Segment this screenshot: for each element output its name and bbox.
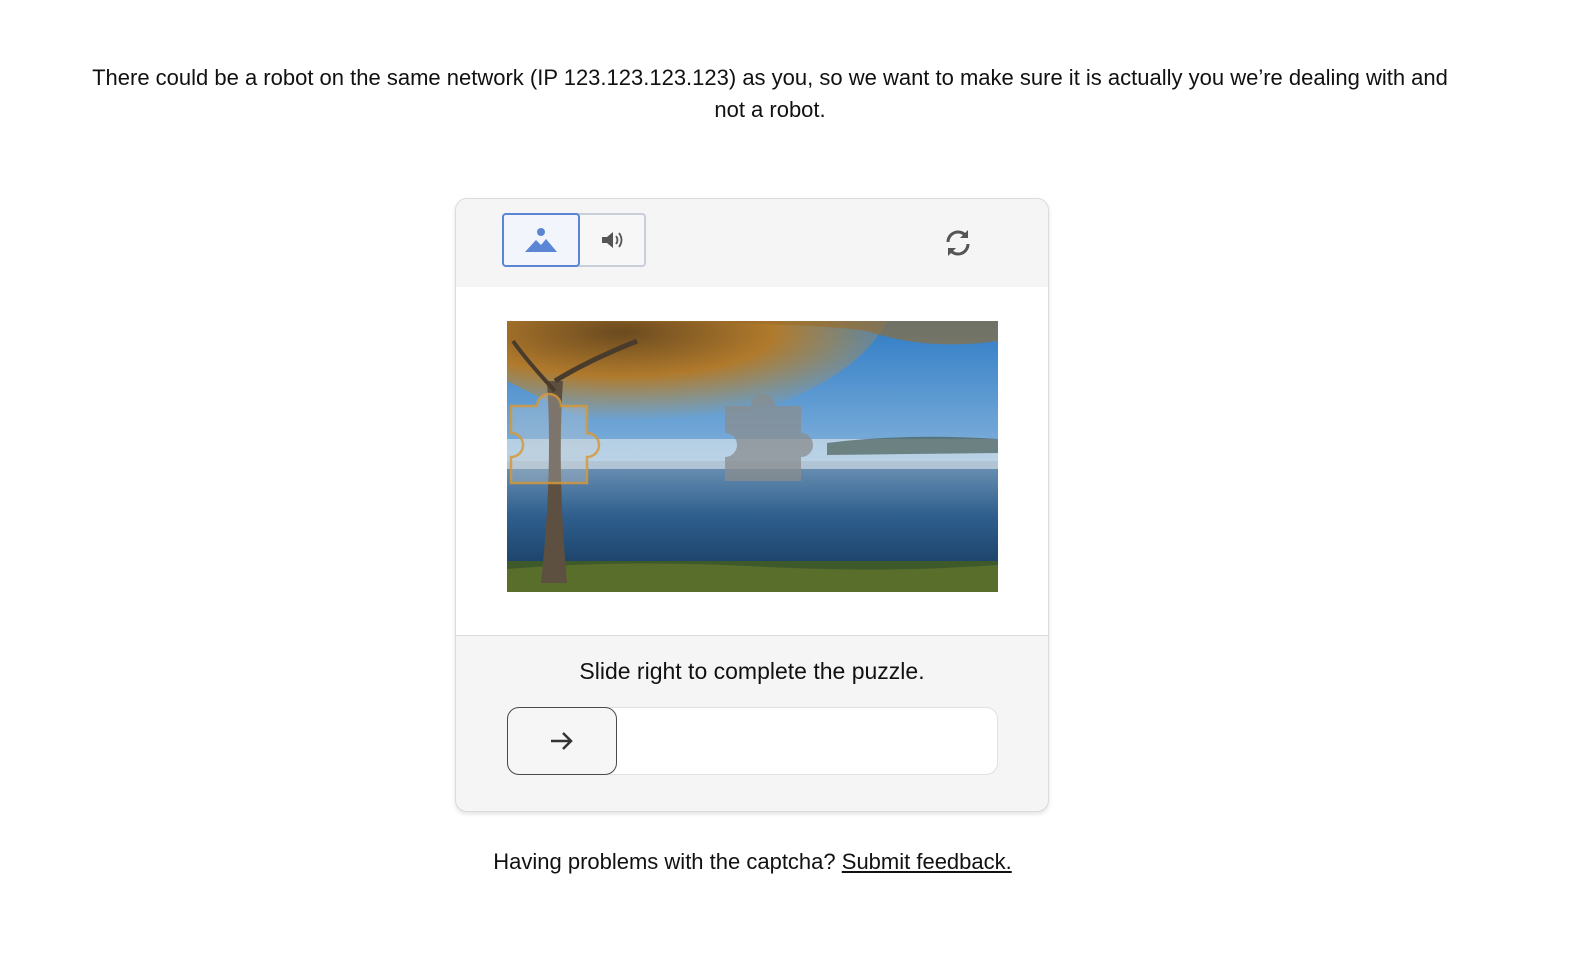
- audio-challenge-button[interactable]: [580, 213, 646, 267]
- refresh-icon: [946, 230, 970, 256]
- slider-handle[interactable]: [507, 707, 617, 775]
- captcha-widget: Slide right to complete the puzzle.: [455, 198, 1049, 812]
- arrow-right-icon: [551, 732, 573, 750]
- puzzle-piece: [509, 392, 601, 485]
- image-icon: [525, 228, 557, 252]
- puzzle-image: [507, 321, 998, 592]
- image-challenge-button[interactable]: [502, 213, 580, 267]
- puzzle-instruction: Slide right to complete the puzzle.: [579, 658, 925, 684]
- slider-track[interactable]: [507, 707, 998, 775]
- submit-feedback-link[interactable]: Submit feedback.: [842, 849, 1012, 874]
- puzzle-target-slot: [725, 394, 813, 481]
- speaker-icon: [602, 232, 623, 248]
- challenge-mode-toggle: [502, 213, 646, 267]
- intro-text: There could be a robot on the same netwo…: [92, 65, 1448, 122]
- refresh-button[interactable]: [938, 225, 978, 261]
- puzzle-area: [456, 287, 1048, 636]
- feedback-footer: Having problems with the captcha? Submit…: [80, 846, 1425, 878]
- feedback-question: Having problems with the captcha?: [493, 849, 842, 874]
- captcha-header: [456, 199, 1048, 288]
